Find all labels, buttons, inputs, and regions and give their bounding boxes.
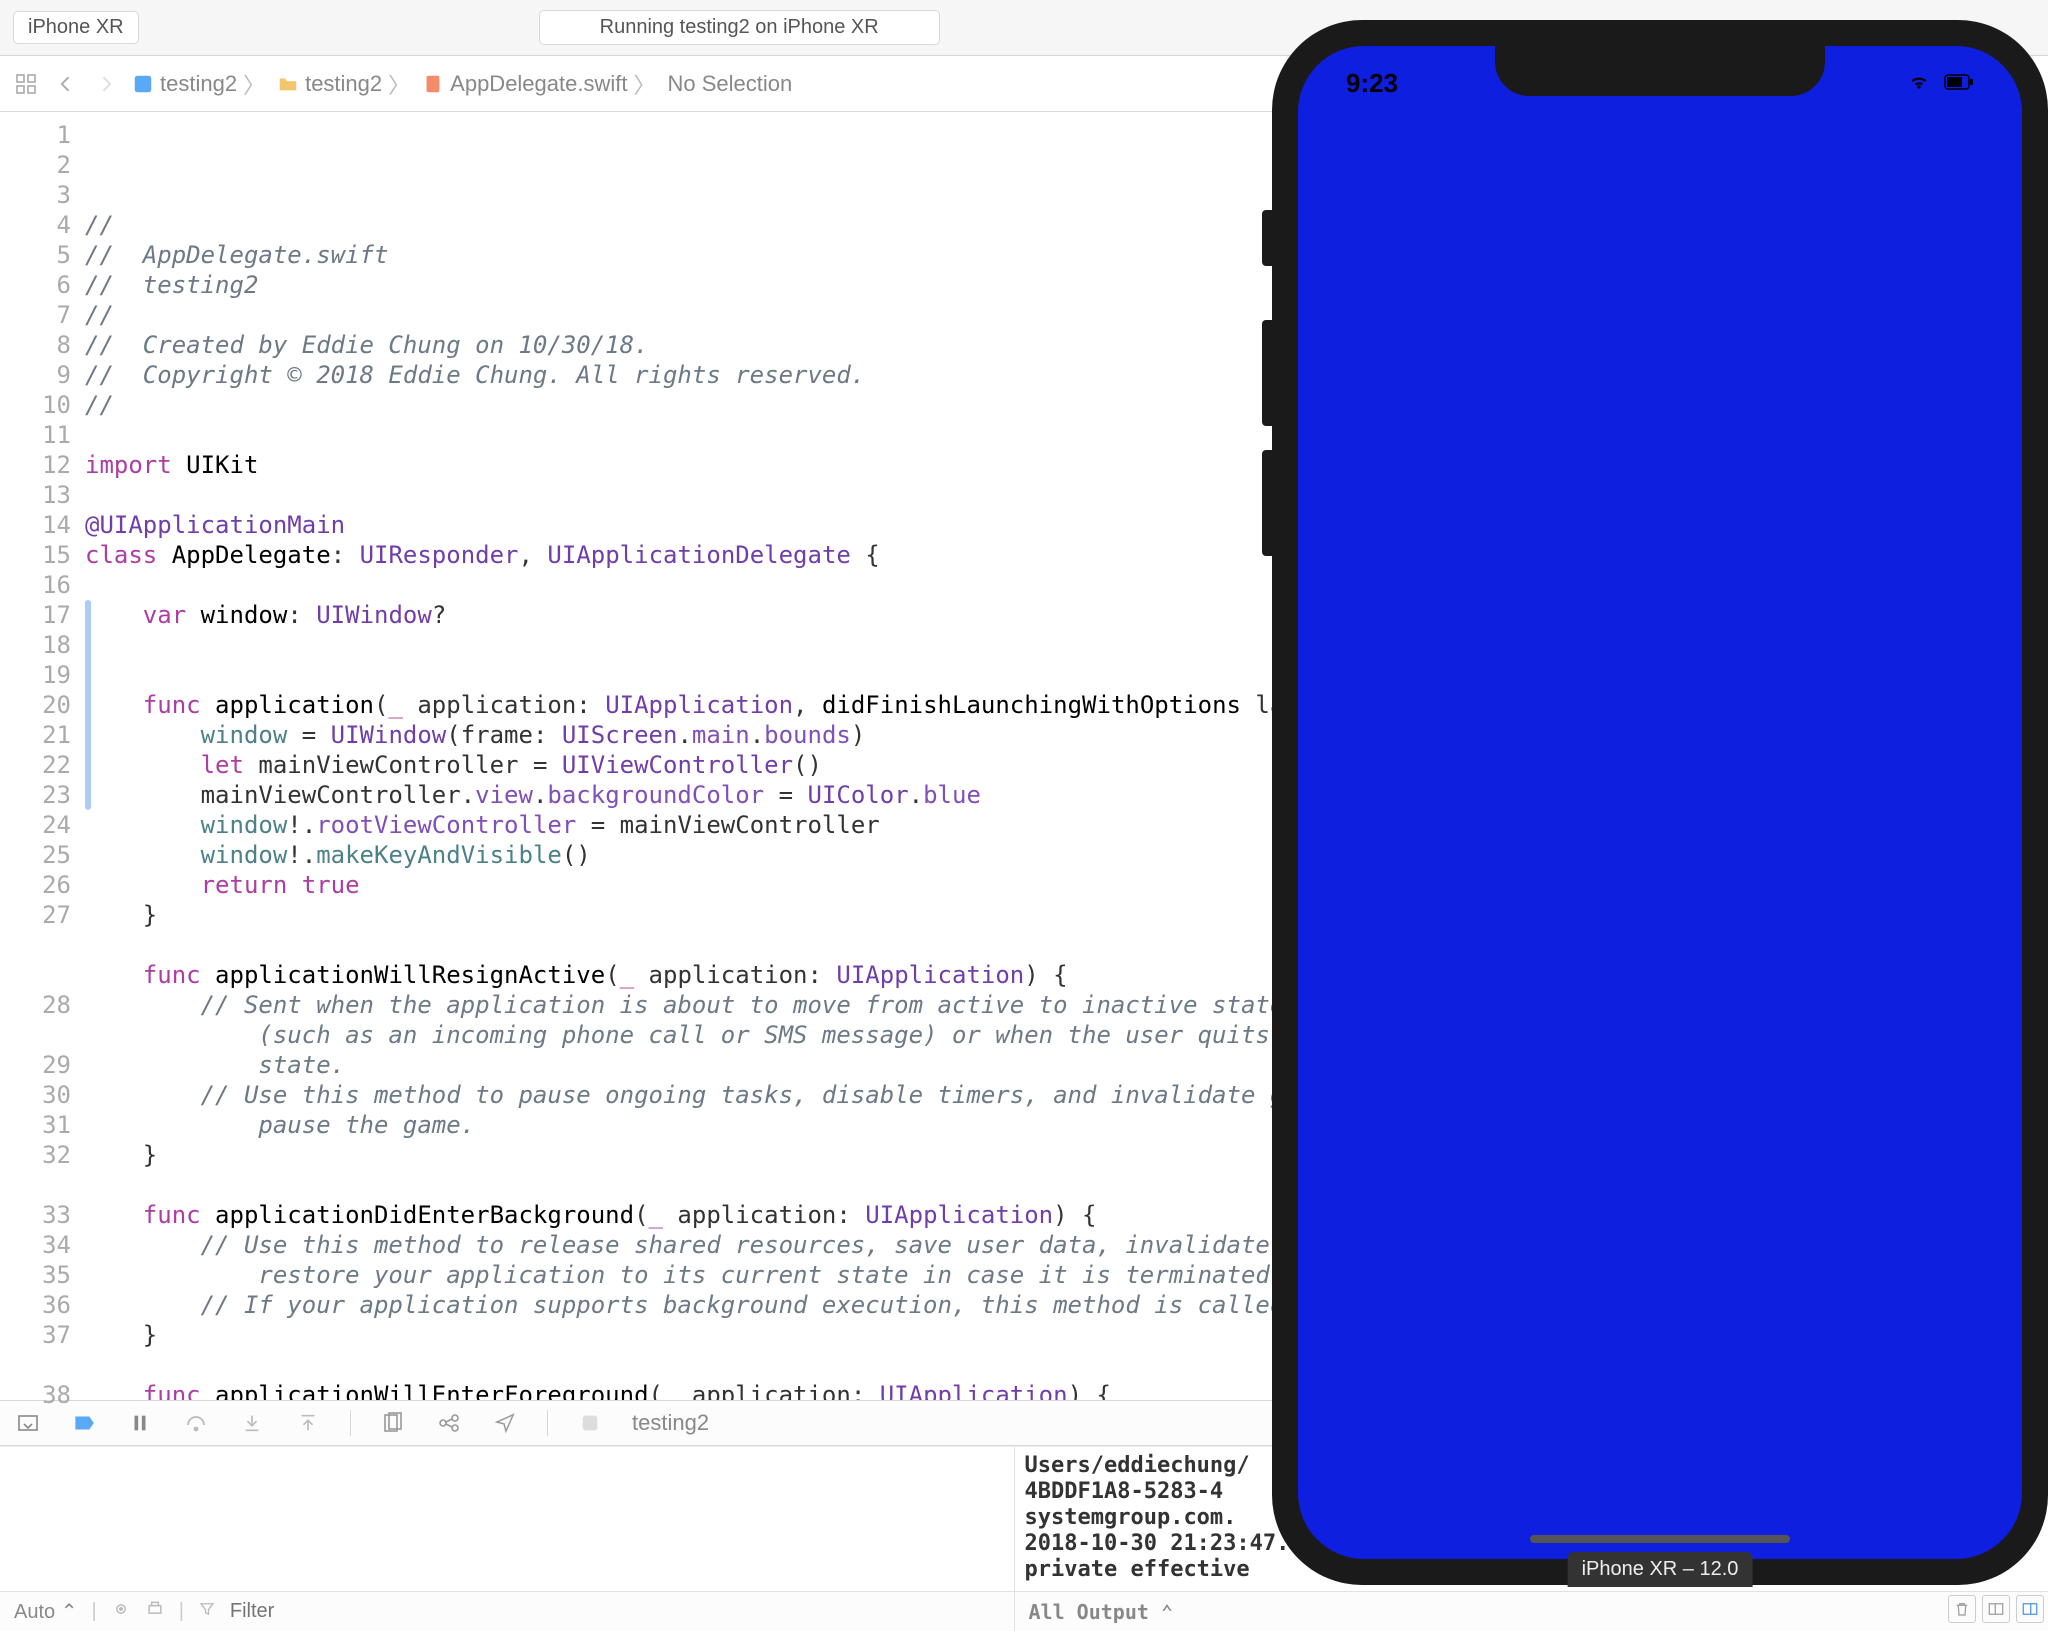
step-in-icon[interactable] — [238, 1409, 266, 1437]
trash-icon[interactable] — [1948, 1595, 1976, 1623]
breadcrumb-label: testing2 — [160, 71, 237, 97]
filter-icon — [198, 1600, 216, 1624]
breadcrumb-project[interactable]: testing2 〉 — [132, 68, 271, 100]
location-icon[interactable] — [491, 1409, 519, 1437]
nav-back-icon[interactable] — [52, 70, 80, 98]
breakpoint-toggle-icon[interactable] — [70, 1409, 98, 1437]
breadcrumb-symbol[interactable]: No Selection — [668, 71, 793, 97]
breadcrumb-label: testing2 — [305, 71, 382, 97]
breadcrumb-folder[interactable]: testing2 〉 — [277, 68, 416, 100]
quicklook-icon[interactable] — [111, 1599, 131, 1625]
auto-scope-selector[interactable]: Auto ⌃ — [14, 1599, 77, 1624]
breadcrumb-label: AppDelegate.swift — [450, 71, 627, 97]
mute-switch[interactable] — [1262, 210, 1272, 266]
divider — [350, 1410, 351, 1436]
phone-screen[interactable]: 9:23 — [1298, 46, 2022, 1559]
phone-frame: 9:23 — [1272, 20, 2048, 1585]
volume-up-button[interactable] — [1262, 320, 1272, 426]
step-over-icon[interactable] — [182, 1409, 210, 1437]
simulator-label: iPhone XR – 12.0 — [1568, 1552, 1753, 1587]
process-icon — [576, 1409, 604, 1437]
print-icon[interactable] — [145, 1599, 165, 1625]
breadcrumb-label: No Selection — [668, 71, 793, 97]
view-debug-icon[interactable] — [379, 1409, 407, 1437]
activity-status: Running testing2 on iPhone XR — [539, 10, 940, 45]
volume-down-button[interactable] — [1262, 450, 1272, 556]
show-vars-icon[interactable] — [1982, 1595, 2010, 1623]
variables-pane[interactable]: Auto ⌃ | | — [0, 1447, 1015, 1631]
status-bar: 9:23 — [1298, 60, 2022, 106]
hide-debug-icon[interactable] — [14, 1409, 42, 1437]
divider — [547, 1410, 548, 1436]
process-target[interactable]: testing2 — [632, 1410, 709, 1436]
home-indicator[interactable] — [1530, 1535, 1790, 1543]
scheme-selector[interactable]: iPhone XR — [13, 11, 139, 44]
related-items-icon[interactable] — [12, 70, 40, 98]
console-right-controls — [1944, 1591, 2048, 1627]
variables-footer: Auto ⌃ | | — [0, 1591, 1014, 1631]
console-footer: All Output ⌃ — [1015, 1591, 2048, 1631]
status-time: 9:23 — [1346, 68, 1398, 99]
output-scope-selector[interactable]: All Output ⌃ — [1029, 1599, 1174, 1625]
memory-graph-icon[interactable] — [435, 1409, 463, 1437]
show-console-icon[interactable] — [2016, 1595, 2044, 1623]
battery-icon — [1944, 68, 1974, 99]
line-gutter: 1234567891011121314151617181920212223242… — [0, 112, 85, 1400]
pause-icon[interactable] — [126, 1409, 154, 1437]
variables-filter-input[interactable] — [230, 1600, 495, 1623]
nav-forward-icon[interactable] — [92, 70, 120, 98]
ios-simulator[interactable]: 9:23 iPhone XR – 12.0 — [1272, 20, 2048, 1585]
breadcrumb-file[interactable]: AppDelegate.swift 〉 — [422, 68, 661, 100]
wifi-icon — [1904, 68, 1934, 99]
step-out-icon[interactable] — [294, 1409, 322, 1437]
